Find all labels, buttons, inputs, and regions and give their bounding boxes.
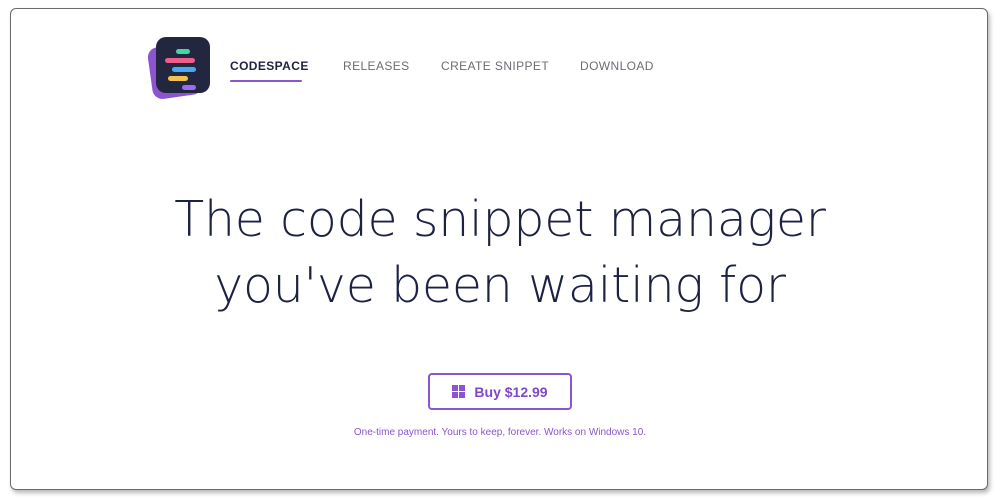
hero-headline: The code snippet manager you've been wai…: [11, 187, 987, 319]
nav-item-create-snippet[interactable]: CREATE SNIPPET: [441, 59, 549, 73]
active-tab-indicator: [230, 80, 302, 82]
nav-item-releases[interactable]: RELEASES: [343, 59, 410, 73]
codespace-logo-icon[interactable]: [146, 33, 218, 105]
buy-button-label: Buy $12.99: [474, 383, 548, 400]
nav-item-codespace[interactable]: CODESPACE: [230, 59, 309, 73]
windows-icon: [452, 385, 466, 398]
hero-headline-line-1: The code snippet manager: [174, 191, 826, 248]
browser-window: CODESPACE RELEASES CREATE SNIPPET DOWNLO…: [10, 8, 988, 490]
nav-item-download[interactable]: DOWNLOAD: [580, 59, 654, 73]
buy-button[interactable]: Buy $12.99: [428, 373, 572, 410]
payment-note: One-time payment. Yours to keep, forever…: [353, 427, 647, 438]
hero-headline-line-2: you've been waiting for: [214, 257, 786, 314]
